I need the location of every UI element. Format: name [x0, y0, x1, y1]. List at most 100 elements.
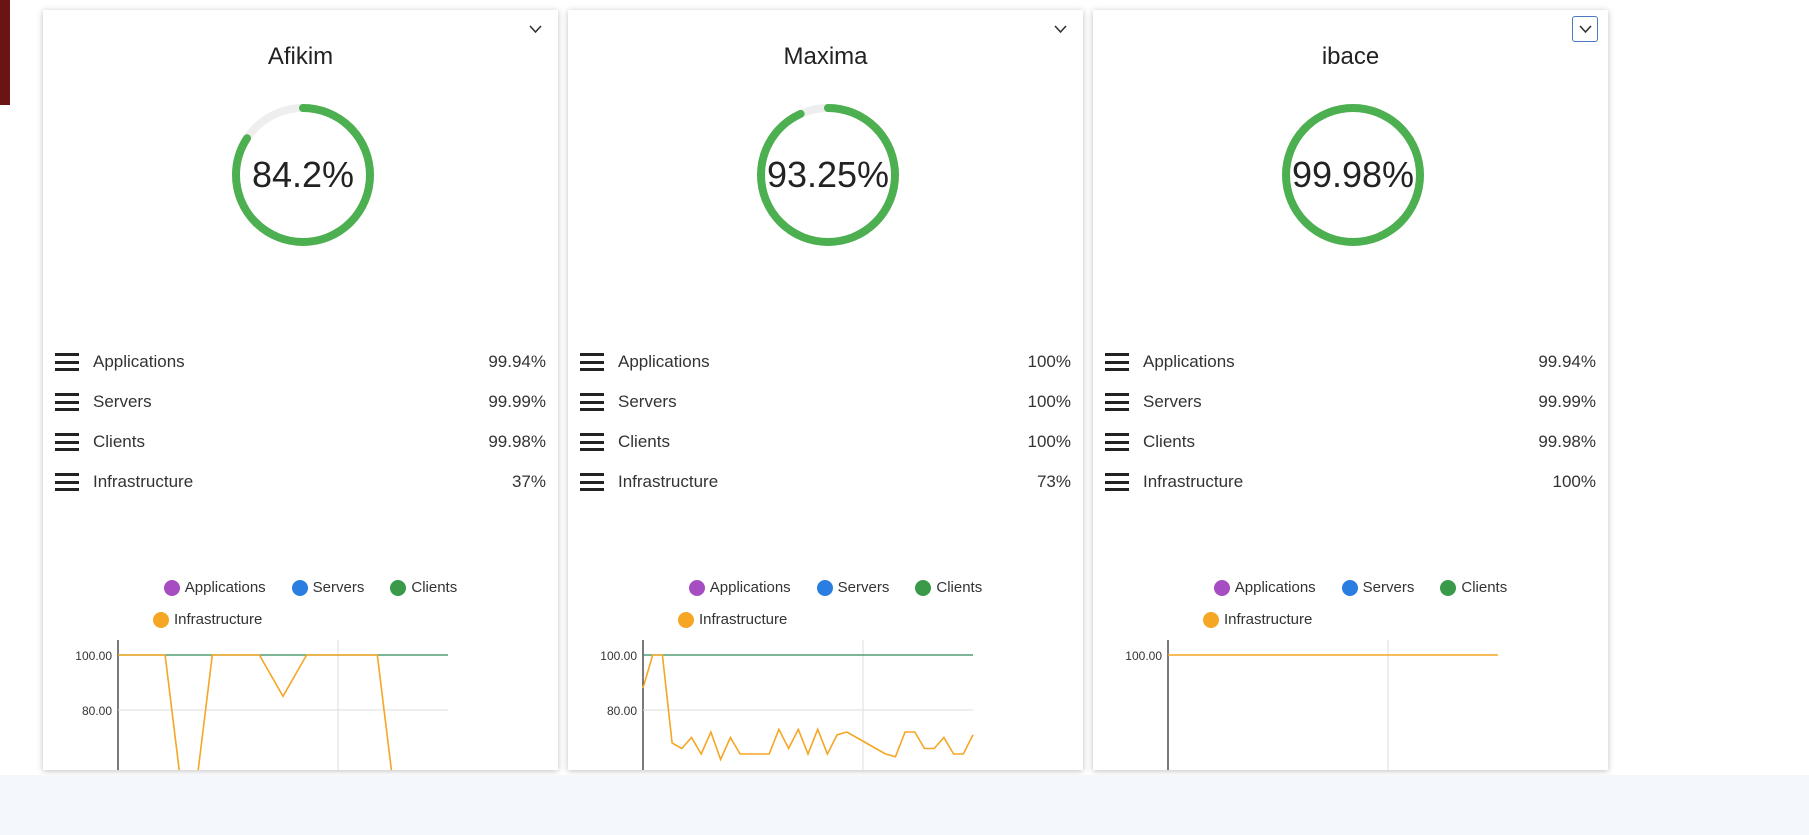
category-label: Servers: [93, 392, 152, 411]
availability-chart: 100.00: [1093, 640, 1608, 770]
category-list: Applications 99.94% Servers 99.99% Clients…: [55, 342, 546, 502]
category-row[interactable]: Clients 99.98%: [55, 422, 546, 462]
legend-item-servers[interactable]: Servers: [1341, 572, 1415, 604]
category-row[interactable]: Servers 100%: [580, 382, 1071, 422]
category-row[interactable]: Infrastructure 100%: [1105, 462, 1596, 502]
availability-chart: 100.00 80.00: [568, 640, 1083, 770]
hamburger-icon: [580, 393, 604, 411]
card-title: Maxima: [783, 43, 868, 70]
hamburger-icon: [55, 353, 79, 371]
hamburger-icon: [580, 353, 604, 371]
gauge-value: 99.98%: [1291, 154, 1415, 195]
chevron-down-icon: [1578, 24, 1592, 33]
category-value: 100%: [1027, 352, 1071, 371]
legend-item-clients[interactable]: Clients: [390, 572, 457, 604]
series-line-infrastructure: [118, 654, 393, 770]
category-list: Applications 100% Servers 100% Clients 100%…: [580, 342, 1071, 502]
category-list: Applications 99.94% Servers 99.99% Clients…: [1105, 342, 1596, 502]
category-row[interactable]: Servers 99.99%: [55, 382, 546, 422]
category-label: Applications: [618, 352, 710, 371]
category-row[interactable]: Applications 100%: [580, 342, 1071, 382]
category-label: Applications: [1143, 352, 1235, 371]
availability-gauge: 84.2%: [221, 93, 385, 257]
legend-label: Applications: [184, 579, 266, 596]
legend-label: Infrastructure: [699, 611, 788, 628]
category-label: Infrastructure: [1143, 472, 1244, 491]
category-row[interactable]: Infrastructure 37%: [55, 462, 546, 502]
legend-label: Servers: [837, 579, 890, 596]
legend-item-clients[interactable]: Clients: [1440, 572, 1507, 604]
legend-dot: [678, 612, 694, 628]
gauge-value: 93.25%: [766, 154, 890, 195]
hamburger-icon: [55, 433, 79, 451]
category-value: 99.94%: [488, 352, 546, 371]
collapse-button[interactable]: [522, 16, 548, 42]
footer-area: [0, 775, 1809, 835]
category-row[interactable]: Infrastructure 73%: [580, 462, 1071, 502]
chevron-down-icon: [1053, 24, 1067, 33]
hamburger-icon: [55, 473, 79, 491]
category-label: Clients: [618, 432, 670, 451]
category-label: Infrastructure: [93, 472, 194, 491]
y-tick-label: 80.00: [607, 704, 637, 718]
legend-dot: [1213, 580, 1230, 596]
legend-item-infrastructure[interactable]: Infrastructure: [153, 604, 262, 636]
hamburger-icon: [1105, 353, 1129, 371]
availability-gauge: 99.98%: [1271, 93, 1435, 257]
availability-chart: 100.00 80.00: [43, 640, 558, 770]
hamburger-icon: [55, 393, 79, 411]
category-label: Servers: [1143, 392, 1202, 411]
legend-dot: [1440, 580, 1457, 596]
category-label: Infrastructure: [618, 472, 719, 491]
category-value: 37%: [511, 472, 546, 491]
legend-label: Clients: [1461, 579, 1508, 596]
availability-gauge: 93.25%: [746, 93, 910, 257]
legend-item-clients[interactable]: Clients: [915, 572, 982, 604]
legend-label: Infrastructure: [174, 611, 263, 628]
legend-dot: [688, 580, 705, 596]
chart-legend: Applications Servers Clients Infrastruct…: [628, 572, 1043, 636]
legend-label: Servers: [1362, 579, 1415, 596]
hamburger-icon: [580, 473, 604, 491]
y-tick-label: 100.00: [1125, 649, 1162, 663]
collapse-button[interactable]: [1572, 16, 1598, 42]
legend-label: Infrastructure: [1224, 611, 1313, 628]
legend-item-applications[interactable]: Applications: [163, 572, 266, 604]
category-value: 99.99%: [1538, 392, 1596, 411]
legend-dot: [1341, 580, 1358, 596]
category-label: Servers: [618, 392, 677, 411]
chart-legend: Applications Servers Clients Infrastruct…: [103, 572, 518, 636]
legend-dot: [1203, 612, 1219, 628]
hamburger-icon: [1105, 393, 1129, 411]
collapse-button[interactable]: [1047, 16, 1073, 42]
category-row[interactable]: Applications 99.94%: [55, 342, 546, 382]
legend-item-infrastructure[interactable]: Infrastructure: [678, 604, 787, 636]
category-row[interactable]: Applications 99.94%: [1105, 342, 1596, 382]
category-value: 100%: [1027, 392, 1071, 411]
legend-item-infrastructure[interactable]: Infrastructure: [1203, 604, 1312, 636]
legend-item-applications[interactable]: Applications: [688, 572, 791, 604]
legend-label: Servers: [312, 579, 365, 596]
legend-label: Applications: [1234, 579, 1316, 596]
category-row[interactable]: Servers 99.99%: [1105, 382, 1596, 422]
legend-item-servers[interactable]: Servers: [816, 572, 890, 604]
legend-label: Applications: [709, 579, 791, 596]
legend-item-applications[interactable]: Applications: [1213, 572, 1316, 604]
category-value: 99.99%: [488, 392, 546, 411]
legend-dot: [291, 580, 308, 596]
category-label: Clients: [1143, 432, 1195, 451]
legend-dot: [816, 580, 833, 596]
legend-dot: [915, 580, 932, 596]
legend-item-servers[interactable]: Servers: [291, 572, 365, 604]
chart-legend: Applications Servers Clients Infrastruct…: [1153, 572, 1568, 636]
chevron-down-icon: [528, 24, 542, 33]
legend-label: Clients: [936, 579, 983, 596]
category-row[interactable]: Clients 99.98%: [1105, 422, 1596, 462]
y-tick-label: 100.00: [600, 649, 637, 663]
category-value: 100%: [1027, 432, 1071, 451]
category-row[interactable]: Clients 100%: [580, 422, 1071, 462]
legend-label: Clients: [411, 579, 458, 596]
y-tick-label: 80.00: [82, 704, 112, 718]
series-line-infrastructure: [642, 654, 974, 762]
category-value: 99.98%: [488, 432, 546, 451]
